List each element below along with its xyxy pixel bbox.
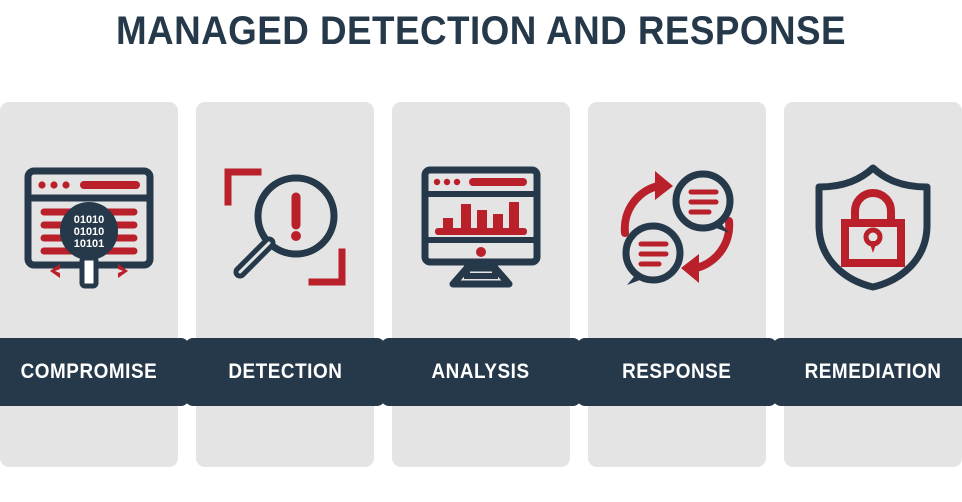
svg-text:01010: 01010: [74, 214, 105, 226]
magnifier-alert-icon: [196, 132, 374, 322]
stage-flow: 01010 01010 10101 COMPROMISE DETECTION A…: [0, 102, 962, 467]
arrow-right-icon: [551, 362, 589, 382]
stage-label-text: ANALYSIS: [431, 360, 531, 383]
stage-analysis[interactable]: ANALYSIS: [381, 102, 587, 467]
stage-remediation[interactable]: REMEDIATION: [773, 102, 962, 467]
monitor-bar-chart-icon: [392, 132, 570, 322]
page-title: MANAGED DETECTION AND RESPONSE: [115, 8, 847, 53]
speech-bubbles-cycle-icon: [588, 132, 766, 322]
arrow-right-icon: [355, 362, 393, 382]
svg-text:01010: 01010: [74, 226, 105, 238]
stage-detection[interactable]: DETECTION: [185, 102, 391, 467]
stage-label-remediation[interactable]: REMEDIATION: [773, 338, 962, 406]
svg-text:10101: 10101: [74, 238, 105, 250]
arrow-right-icon: [159, 362, 197, 382]
browser-code-magnifier-icon: 01010 01010 10101: [0, 132, 178, 322]
stage-label-text: DETECTION: [227, 360, 343, 383]
stage-label-text: RESPONSE: [622, 360, 732, 383]
stage-response[interactable]: RESPONSE: [577, 102, 783, 467]
arrow-right-icon: [747, 362, 785, 382]
stage-label-text: REMEDIATION: [804, 360, 942, 383]
stage-label-text: COMPROMISE: [20, 360, 158, 383]
stage-compromise[interactable]: 01010 01010 10101 COMPROMISE: [0, 102, 195, 467]
shield-lock-icon: [784, 132, 962, 322]
